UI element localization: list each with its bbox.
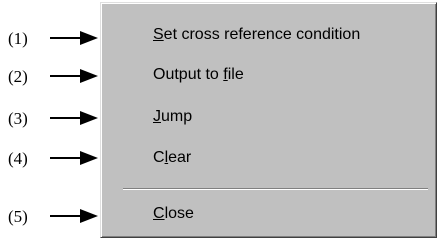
callout-label: (1) <box>8 29 28 48</box>
context-menu: Set cross reference condition Output to … <box>100 2 437 238</box>
arrow-right-icon <box>50 111 98 125</box>
menu-item-label: Output to <box>153 66 224 83</box>
mnemonic-letter: S <box>153 26 164 43</box>
callout-label: (3) <box>8 109 28 128</box>
arrow-right-icon <box>50 209 98 223</box>
mnemonic-letter: C <box>153 205 165 222</box>
menu-item-label: ump <box>161 108 193 125</box>
menu-item-jump[interactable]: Jump <box>153 108 192 126</box>
menu-item-close[interactable]: Close <box>153 205 194 223</box>
menu-separator <box>123 188 428 190</box>
callout-label: (2) <box>8 67 28 86</box>
callout-label: (5) <box>8 207 28 226</box>
menu-item-label: et cross reference condition <box>163 26 361 43</box>
callout-label: (4) <box>8 149 28 168</box>
menu-item-label: C <box>153 149 165 166</box>
arrow-right-icon <box>50 31 98 45</box>
menu-item-label: lose <box>164 205 194 222</box>
menu-item-label: ile <box>227 66 244 83</box>
menu-item-output-to-file[interactable]: Output to file <box>153 66 244 84</box>
mnemonic-letter: J <box>153 108 161 125</box>
arrow-right-icon <box>50 151 98 165</box>
menu-item-label: ear <box>168 149 192 166</box>
arrow-right-icon <box>50 69 98 83</box>
menu-item-set-cross-reference-condition[interactable]: Set cross reference condition <box>153 26 360 44</box>
menu-item-clear[interactable]: Clear <box>153 149 191 167</box>
